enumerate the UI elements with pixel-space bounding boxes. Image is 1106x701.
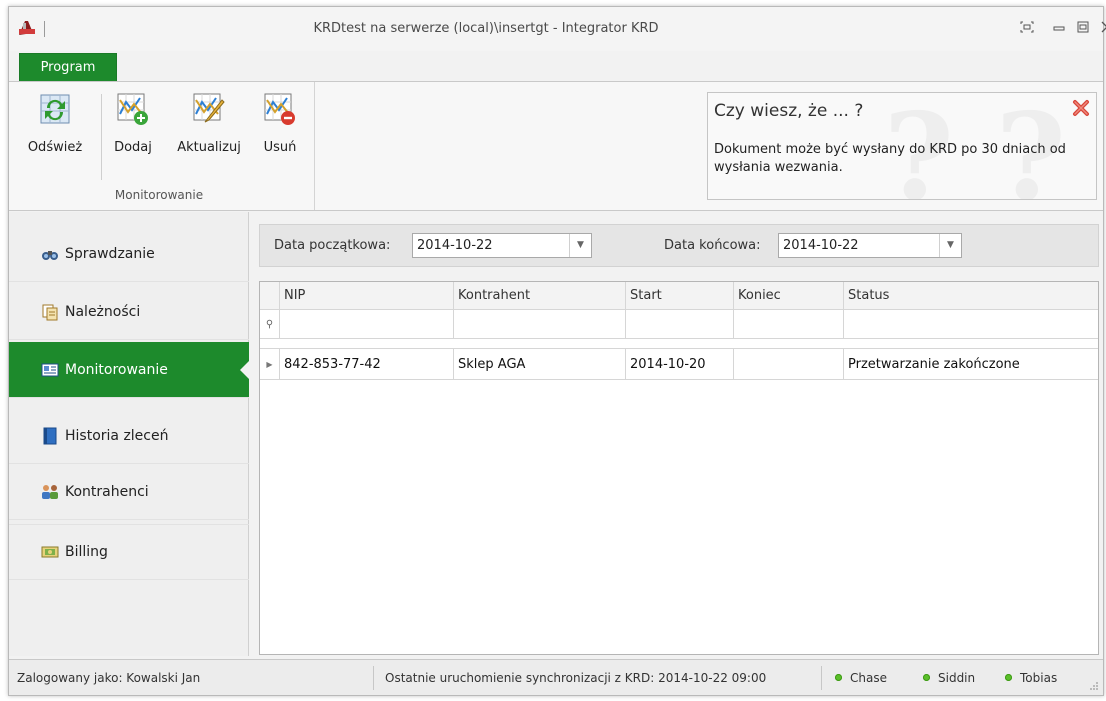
chevron-down-icon[interactable]: ▼: [939, 234, 961, 257]
status-dot-icon: [923, 674, 930, 681]
indicator-label: Siddin: [938, 671, 976, 685]
app-window: KRDtest na serwerze (local)\insertgt - I…: [8, 6, 1106, 696]
tip-title: Czy wiesz, że ... ?: [714, 101, 864, 121]
filter-cell-status[interactable]: [844, 310, 1098, 339]
people-icon: [42, 484, 58, 499]
ribbon-group-label: Monitorowanie: [114, 188, 204, 202]
refresh-icon: [40, 94, 70, 124]
column-header-start[interactable]: Start: [626, 282, 734, 310]
sidebar-item-label: Monitorowanie: [65, 361, 168, 378]
add-button[interactable]: Dodaj: [107, 92, 159, 172]
logged-user-text: Zalogowany jako: Kowalski Jan: [17, 671, 201, 685]
resize-grip-icon[interactable]: [1089, 681, 1099, 691]
minimize-icon[interactable]: [1051, 21, 1067, 35]
filter-cell-nip[interactable]: [280, 310, 454, 339]
refresh-button[interactable]: Odśwież: [19, 92, 91, 172]
filter-cell-kontrahent[interactable]: [454, 310, 626, 339]
tip-close-icon[interactable]: [1072, 99, 1090, 117]
status-separator: [821, 666, 822, 690]
binoculars-icon: [42, 250, 58, 260]
book-icon: [43, 427, 57, 444]
tip-body: Dokument może być wysłany do KRD po 30 d…: [714, 142, 1066, 175]
update-label: Aktualizuj: [177, 140, 241, 155]
chart-add-icon: [117, 93, 148, 125]
column-header-nip[interactable]: NIP: [280, 282, 454, 310]
status-dot-icon: [1005, 674, 1012, 681]
cell-kontrahent[interactable]: Sklep AGA: [454, 349, 626, 380]
tab-program[interactable]: Program: [19, 53, 117, 81]
sidebar-item-label: Sprawdzanie: [65, 245, 155, 262]
end-date-value: 2014-10-22: [783, 238, 859, 253]
start-date-label: Data początkowa:: [274, 238, 391, 253]
chevron-down-icon[interactable]: ▼: [569, 234, 591, 257]
sidebar-item-monitorowanie[interactable]: Monitorowanie: [9, 342, 250, 398]
ribbon: Odśwież Dodaj Aktualizuj Usuń Monitorowa…: [9, 81, 1103, 211]
sidebar-item-label: Należności: [65, 303, 141, 320]
close-icon[interactable]: [1099, 21, 1106, 35]
sidebar-item-kontrahenci[interactable]: Kontrahenci: [9, 464, 249, 520]
cell-start[interactable]: 2014-10-20: [626, 349, 734, 380]
update-button[interactable]: Aktualizuj: [169, 92, 249, 172]
table-row[interactable]: ▶ 842-853-77-42 Sklep AGA 2014-10-20 Prz…: [260, 348, 1098, 380]
sidebar-item-label: Historia zleceń: [65, 427, 169, 444]
column-header-kontrahent[interactable]: Kontrahent: [454, 282, 626, 310]
refresh-label: Odśwież: [27, 140, 83, 155]
indicator-siddin: Siddin: [923, 671, 975, 685]
column-header-koniec[interactable]: Koniec: [734, 282, 844, 310]
row-selector-icon[interactable]: ▶: [260, 349, 280, 380]
money-icon: [41, 546, 59, 558]
indicator-label: Tobias: [1020, 671, 1058, 685]
sync-status-text: Ostatnie uruchomienie synchronizacji z K…: [385, 671, 767, 685]
status-bar: Zalogowany jako: Kowalski Jan Ostatnie u…: [9, 659, 1103, 695]
filter-icon: ⚲: [260, 310, 280, 339]
end-date-field[interactable]: 2014-10-22 ▼: [778, 233, 962, 258]
sidebar-item-naleznosci[interactable]: Należności: [9, 284, 249, 340]
filter-cell-koniec[interactable]: [734, 310, 844, 339]
sidebar-item-label: Kontrahenci: [65, 483, 149, 500]
start-date-field[interactable]: 2014-10-22 ▼: [412, 233, 592, 258]
sidebar-item-label: Billing: [65, 544, 108, 560]
cell-status[interactable]: Przetwarzanie zakończone: [844, 349, 1098, 380]
monitor-card-icon: [41, 363, 59, 376]
date-filter-bar: Data początkowa: 2014-10-22 ▼ Data końco…: [259, 224, 1099, 267]
end-date-label: Data końcowa:: [664, 238, 761, 253]
documents-icon: [42, 304, 58, 320]
cell-koniec[interactable]: [734, 349, 844, 380]
fullscreen-icon[interactable]: [1019, 21, 1035, 35]
chart-remove-icon: [264, 93, 295, 125]
status-separator: [373, 666, 374, 690]
filter-cell-start[interactable]: [626, 310, 734, 339]
column-header-status[interactable]: Status: [844, 282, 1098, 310]
status-dot-icon: [835, 674, 842, 681]
indicator-chase: Chase: [835, 671, 887, 685]
window-title: KRDtest na serwerze (local)\insertgt - I…: [313, 21, 659, 36]
sidebar-item-sprawdzanie[interactable]: Sprawdzanie: [9, 226, 249, 282]
sidebar: Sprawdzanie Należności Monitorowanie His…: [9, 212, 250, 656]
title-bar: KRDtest na serwerze (local)\insertgt - I…: [9, 7, 1106, 51]
delete-button[interactable]: Usuń: [255, 92, 305, 172]
indicator-label: Chase: [850, 671, 887, 685]
add-label: Dodaj: [114, 140, 152, 155]
chart-edit-icon: [193, 93, 225, 123]
tip-panel: ? ? Czy wiesz, że ... ? Dokument może by…: [707, 92, 1097, 200]
sidebar-item-billing[interactable]: Billing: [9, 524, 249, 580]
row-indicator-header: [260, 282, 280, 310]
indicator-tobias: Tobias: [1005, 671, 1057, 685]
maximize-icon[interactable]: [1075, 21, 1091, 35]
ribbon-divider: [101, 94, 102, 180]
delete-label: Usuń: [263, 140, 297, 155]
grid-filter-row: ⚲: [260, 310, 1098, 339]
cell-nip[interactable]: 842-853-77-42: [280, 349, 454, 380]
sidebar-item-historia-zlecen[interactable]: Historia zleceń: [9, 408, 249, 464]
ribbon-group-monitorowanie: Odśwież Dodaj Aktualizuj Usuń Monitorowa…: [9, 82, 315, 210]
monitoring-grid: NIP Kontrahent Start Koniec Status ⚲ ▶ 8…: [259, 281, 1099, 655]
start-date-value: 2014-10-22: [417, 238, 493, 253]
grid-header-row: NIP Kontrahent Start Koniec Status: [260, 282, 1098, 310]
